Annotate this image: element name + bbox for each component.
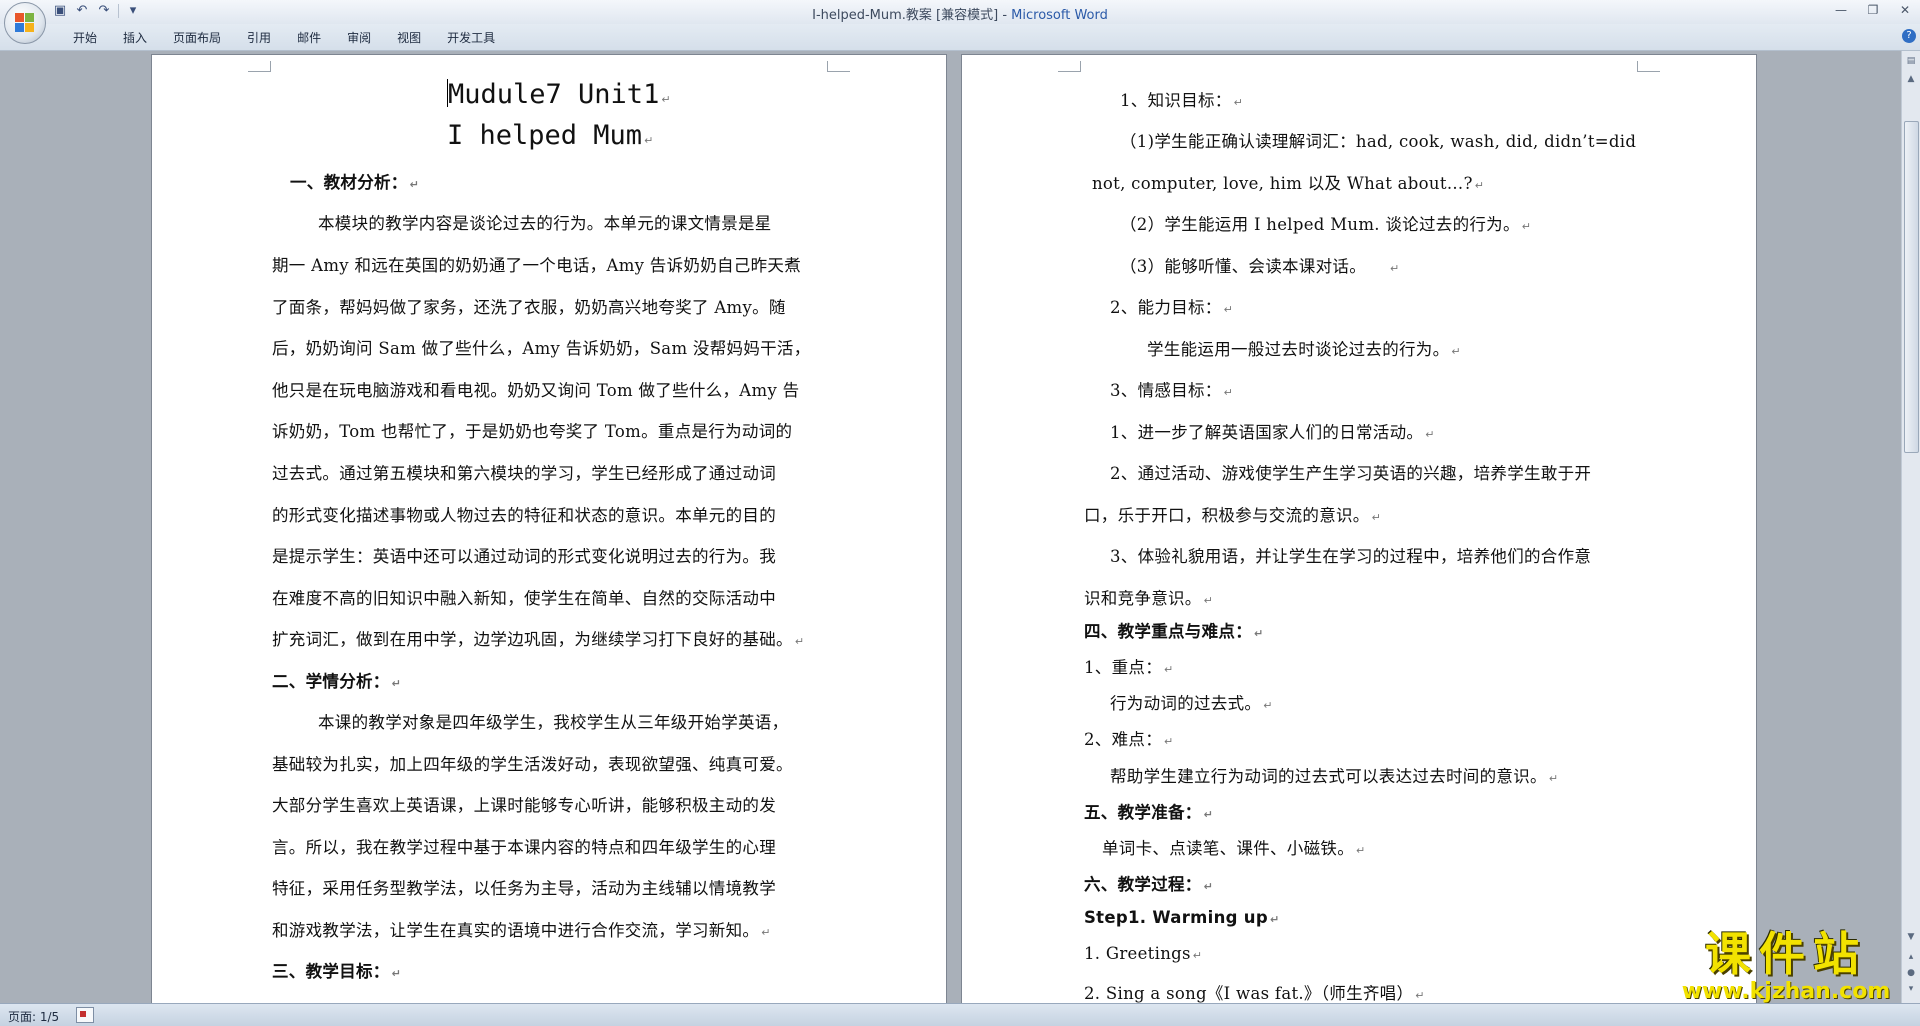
paragraph-line: （2）学生能运用 I helped Mum. 谈论过去的行为。 ↵ (1120, 215, 1532, 234)
paragraph-line: 基础较为扎实，加上四年级的学生活泼好动，表现欲望强、纯真可爱。 (272, 755, 793, 774)
paragraph-line: 和游戏教学法，让学生在真实的语境中进行合作交流，学习新知。 ↵ (272, 921, 771, 940)
office-logo-icon (15, 13, 35, 33)
paragraph-line: 是提示学生：英语中还可以通过动词的形式变化说明过去的行为。我 (272, 547, 776, 566)
ribbon: 开始 插入 页面布局 引用 邮件 审阅 视图 开发工具 ? (0, 24, 1920, 51)
heading: 五、教学准备： ↵ (1084, 803, 1214, 822)
watermark-text: 课件站 (1705, 927, 1867, 981)
tab-page-layout[interactable]: 页面布局 (160, 30, 234, 46)
paragraph-line: 了面条，帮妈妈做了家务，还洗了衣服，奶奶高兴地夸奖了 Amy。随 (272, 298, 786, 317)
scroll-down-icon[interactable]: ▼ (1905, 931, 1917, 943)
paragraph-line: 的形式变化描述事物或人物过去的特征和状态的意识。本单元的目的 (272, 506, 776, 525)
margin-mark (827, 61, 850, 72)
help-icon[interactable]: ? (1902, 29, 1916, 43)
heading: 三、教学目标： ↵ (272, 962, 402, 981)
watermark-url: www.kjzhan.com (1681, 979, 1891, 1004)
doc-title-line-2: I helped Mum ↵ (447, 120, 654, 151)
close-icon[interactable]: ✕ (1896, 2, 1914, 18)
paragraph-line: 本课的教学对象是四年级学生，我校学生从三年级开始学英语， (318, 713, 789, 732)
window-title: I-helped-Mum.教案 [兼容模式] - Microsoft Word (0, 4, 1920, 23)
tab-insert[interactable]: 插入 (110, 30, 160, 46)
ribbon-tabs: 开始 插入 页面布局 引用 邮件 审阅 视图 开发工具 (60, 30, 508, 46)
paragraph-line: 期一 Amy 和远在英国的奶奶通了一个电话，Amy 告诉奶奶自己昨天煮 (272, 256, 802, 275)
select-browse-object-icon[interactable]: ● (1905, 967, 1917, 979)
paragraph-line: 1、重点： ↵ (1084, 658, 1174, 677)
paragraph-line: 扩充词汇，做到在用中学，边学边巩固，为继续学习打下良好的基础。 ↵ (272, 630, 805, 649)
paragraph-line: 2、能力目标： ↵ (1110, 298, 1234, 317)
page-indicator[interactable]: 页面: 1/5 (8, 1008, 59, 1025)
paragraph-line: （1)学生能正确认读理解词汇：had, cook, wash, did, did… (1120, 132, 1637, 151)
paragraph-line: not, computer, love, him 以及 What about…?… (1092, 174, 1485, 193)
paragraph-line: 诉奶奶，Tom 也帮忙了，于是奶奶也夸奖了 Tom。重点是行为动词的 (272, 422, 793, 441)
tab-home[interactable]: 开始 (60, 30, 110, 46)
paragraph-line: 行为动词的过去式。 ↵ (1110, 694, 1273, 713)
title-bar: ▣ ↶ ↷ ▾ I-helped-Mum.教案 [兼容模式] - Microso… (0, 0, 1920, 24)
previous-page-icon[interactable]: ▴ (1905, 951, 1917, 963)
paragraph-line: 在难度不高的旧知识中融入新知，使学生在简单、自然的交际活动中 (272, 589, 776, 608)
paragraph-line: 2、通过活动、游戏使学生产生学习英语的兴趣，培养学生敢于开 (1110, 464, 1592, 483)
step-heading: Step1. Warming up ↵ (1084, 908, 1280, 927)
next-page-icon[interactable]: ▾ (1905, 983, 1917, 995)
margin-mark (1637, 61, 1660, 72)
scroll-thumb[interactable] (1904, 121, 1919, 453)
tab-mailings[interactable]: 邮件 (284, 30, 334, 46)
paragraph-line: 识和竞争意识。 ↵ (1084, 589, 1214, 608)
paragraph-line: 言。所以，我在教学过程中基于本课内容的特点和四年级学生的心理 (272, 838, 776, 857)
heading: 二、学情分析： ↵ (272, 672, 402, 691)
page-left[interactable]: Mudule7 Unit1 ↵ I helped Mum ↵ 一、教材分析： ↵ 本模… (152, 55, 946, 1003)
heading: 六、教学过程： ↵ (1084, 875, 1214, 894)
paragraph-line: 本模块的教学内容是谈论过去的行为。本单元的课文情景是星 (318, 214, 772, 233)
paragraph-line: 过去式。通过第五模块和第六模块的学习，学生已经形成了通过动词 (272, 464, 776, 483)
app-name: Microsoft Word (1011, 8, 1108, 23)
margin-mark (248, 61, 271, 72)
paragraph-line: 口，乐于开口，积极参与交流的意识。 ↵ (1084, 506, 1382, 525)
margin-mark (1058, 61, 1081, 72)
paragraph-line: 后，奶奶询问 Sam 做了些什么，Amy 告诉奶奶，Sam 没帮妈妈干活， (272, 339, 811, 358)
document-title: I-helped-Mum.教案 [兼容模式] - (812, 8, 1012, 23)
paragraph-line: 特征，采用任务型教学法，以任务为主导，活动为主线辅以情境教学 (272, 879, 776, 898)
paragraph-line: （3）能够听懂、会读本课对话。 ↵ (1120, 257, 1400, 276)
heading: 四、教学重点与难点： ↵ (1084, 622, 1264, 641)
tab-view[interactable]: 视图 (384, 30, 434, 46)
paragraph-line: 帮助学生建立行为动词的过去式可以表达过去时间的意识。 ↵ (1110, 767, 1559, 786)
watermark-logo: 课件站 www.kjzhan.com (1670, 928, 1902, 1008)
paragraph-line: 1、知识目标： ↵ (1120, 91, 1244, 110)
paragraph-line: 单词卡、点读笔、课件、小磁铁。 ↵ (1102, 839, 1366, 858)
office-button[interactable] (4, 2, 46, 44)
ruler-toggle-icon[interactable]: ▤ (1905, 55, 1917, 67)
paragraph-line: 1、进一步了解英语国家人们的日常活动。 ↵ (1110, 423, 1435, 442)
paragraph-line: 3、体验礼貌用语，并让学生在学习的过程中，培养他们的合作意 (1110, 547, 1592, 566)
heading: 一、教材分析： ↵ (290, 173, 420, 192)
paragraph-line: 2. Sing a song《I was fat.》（师生齐唱） ↵ (1084, 984, 1425, 1003)
doc-title-line-1: Mudule7 Unit1 ↵ (447, 79, 671, 110)
tab-references[interactable]: 引用 (234, 30, 284, 46)
document-area[interactable]: Mudule7 Unit1 ↵ I helped Mum ↵ 一、教材分析： ↵ 本模… (0, 51, 1902, 1003)
scroll-up-icon[interactable]: ▲ (1905, 73, 1917, 85)
paragraph-line: 大部分学生喜欢上英语课，上课时能够专心听讲，能够积极主动的发 (272, 796, 776, 815)
page-right[interactable]: 1、知识目标： ↵ （1)学生能正确认读理解词汇：had, cook, wash,… (962, 55, 1756, 1003)
paragraph-line: 1. Greetings ↵ (1084, 944, 1203, 963)
tab-review[interactable]: 审阅 (334, 30, 384, 46)
tab-developer[interactable]: 开发工具 (434, 30, 508, 46)
paragraph-line: 3、情感目标： ↵ (1110, 381, 1234, 400)
status-bar: 页面: 1/5 (0, 1003, 1920, 1026)
maximize-icon[interactable]: ❐ (1864, 2, 1882, 18)
paragraph-line: 学生能运用一般过去时谈论过去的行为。 ↵ (1147, 340, 1461, 359)
window-controls: — ❐ ✕ (1832, 2, 1914, 18)
paragraph-line: 2、难点： ↵ (1084, 730, 1174, 749)
vertical-scrollbar[interactable]: ▤ ▲ ▼ ▴ ● ▾ (1901, 51, 1920, 1003)
paragraph-line: 他只是在玩电脑游戏和看电视。奶奶又询问 Tom 做了些什么，Amy 告 (272, 381, 800, 400)
proofing-icon[interactable] (76, 1007, 94, 1023)
minimize-icon[interactable]: — (1832, 2, 1850, 18)
